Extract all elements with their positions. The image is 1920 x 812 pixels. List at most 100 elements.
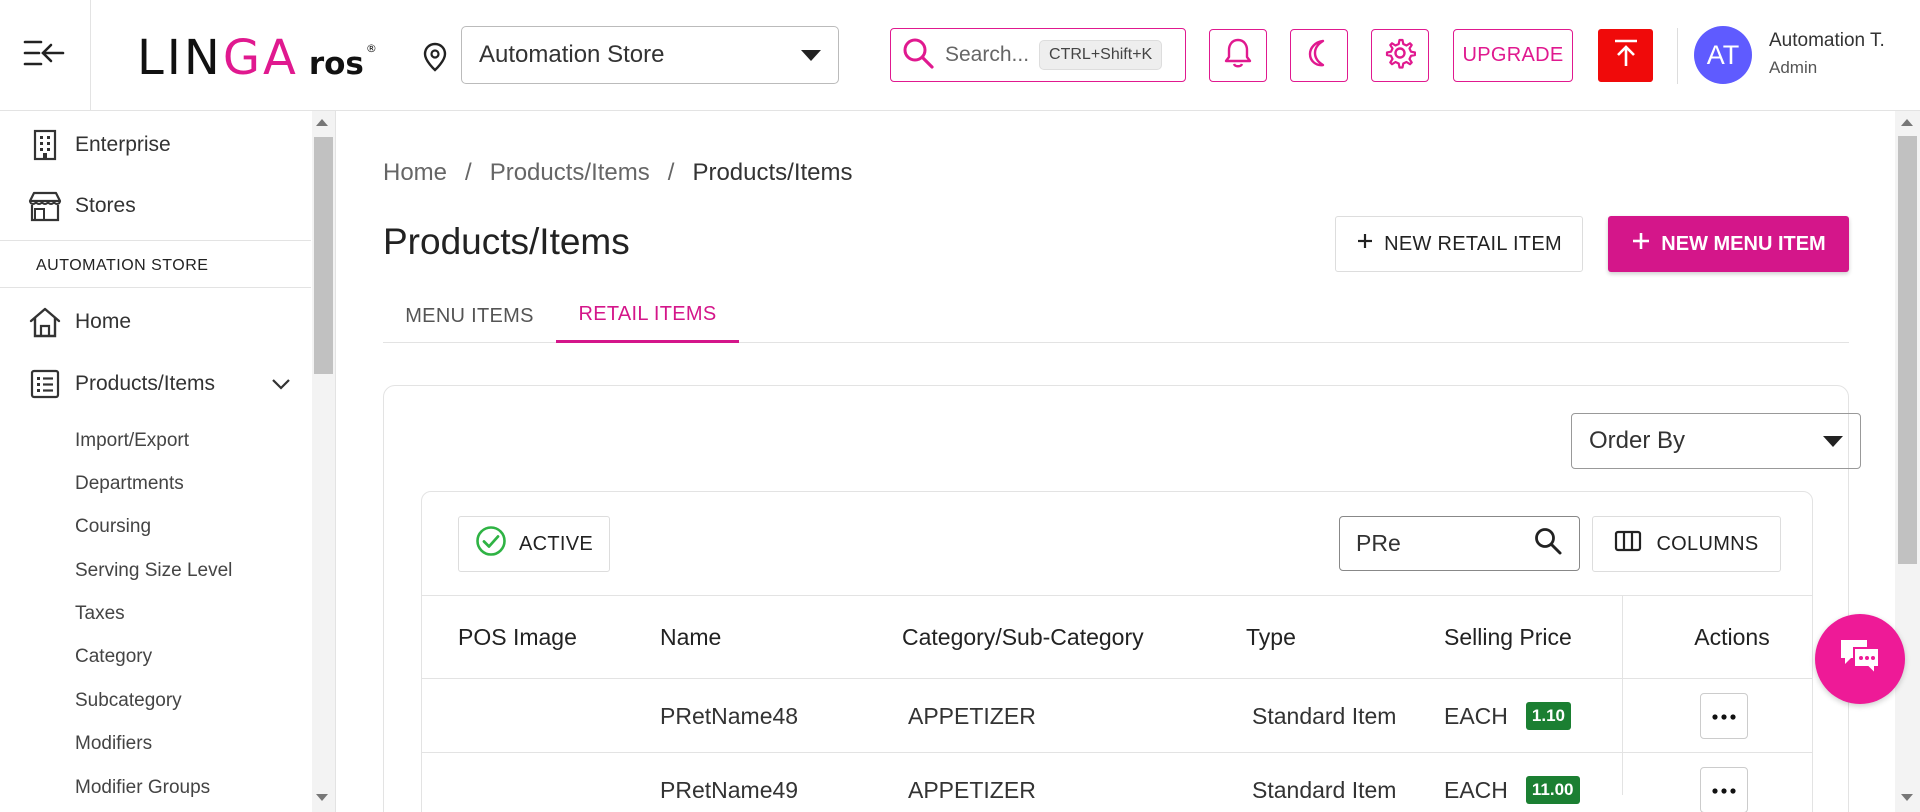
cell-selling-price: EACH 11.00: [1444, 753, 1580, 812]
plus-icon: [1356, 232, 1374, 256]
notifications-button[interactable]: [1209, 29, 1267, 82]
scroll-down-arrow-icon[interactable]: [1901, 794, 1913, 801]
sidebar-subitem-modifier-groups[interactable]: Modifier Groups: [75, 777, 210, 799]
new-menu-item-label: NEW MENU ITEM: [1661, 232, 1826, 255]
column-header-pos-image[interactable]: POS Image: [458, 596, 577, 678]
sidebar-item-enterprise[interactable]: Enterprise: [0, 117, 311, 173]
cell-name: PRetName49: [660, 776, 799, 803]
table-row[interactable]: PRetName48 APPETIZER Standard Item EACH …: [422, 679, 1812, 753]
chat-icon: [1837, 636, 1883, 683]
main-content: Home / Products/Items / Products/Items P…: [337, 111, 1896, 812]
more-dots-icon: [1712, 707, 1736, 725]
page-title: Products/Items: [383, 221, 630, 262]
header-divider: [1677, 28, 1678, 84]
sidebar-scroll-thumb[interactable]: [314, 137, 333, 374]
cell-category: APPETIZER: [908, 776, 1036, 803]
gear-icon: [1384, 37, 1417, 74]
price-badge: 1.10: [1525, 702, 1571, 730]
column-header-category[interactable]: Category/Sub-Category: [902, 596, 1144, 678]
sidebar-subitem-import-export[interactable]: Import/Export: [75, 430, 189, 452]
column-header-selling-price[interactable]: Selling Price: [1444, 596, 1572, 678]
search-shortcut-badge: CTRL+Shift+K: [1039, 40, 1163, 70]
breadcrumb-home[interactable]: Home: [383, 159, 447, 187]
sidebar-subitem-subcategory[interactable]: Subcategory: [75, 690, 182, 712]
building-icon: [27, 127, 63, 163]
cell-type: Standard Item: [1252, 776, 1397, 803]
breadcrumb-current: Products/Items: [692, 159, 853, 186]
sidebar-item-stores[interactable]: Stores: [0, 178, 311, 234]
moon-icon: [1304, 38, 1334, 73]
location-pin-icon: [423, 42, 447, 77]
search-icon: [901, 36, 935, 75]
sidebar-item-products-items[interactable]: Products/Items: [0, 356, 311, 412]
actions-column-divider: [1622, 595, 1623, 795]
global-search[interactable]: Search... CTRL+Shift+K: [890, 28, 1186, 82]
breadcrumb-separator: /: [667, 159, 675, 186]
sidebar-item-home[interactable]: Home: [0, 294, 311, 350]
scroll-down-arrow-icon[interactable]: [316, 794, 328, 801]
grid-search-input[interactable]: [1356, 530, 1516, 557]
chevron-down-icon: [801, 49, 821, 61]
store-icon: [27, 188, 63, 224]
store-select-value: Automation Store: [479, 41, 665, 68]
cell-category: APPETIZER: [908, 702, 1036, 729]
tab-retail-items[interactable]: RETAIL ITEMS: [556, 289, 739, 343]
menu-collapse-icon: [23, 39, 67, 72]
columns-icon: [1614, 530, 1642, 558]
user-name[interactable]: Automation T.: [1769, 30, 1885, 52]
breadcrumb-separator: /: [465, 159, 472, 186]
avatar[interactable]: AT: [1694, 26, 1752, 84]
breadcrumb-products[interactable]: Products/Items: [490, 159, 650, 187]
items-grid: ACTIVE COLUMNS POS Image Name Category/S…: [421, 491, 1813, 812]
sidebar: Enterprise Stores AUTOMATION STORE Home …: [0, 111, 336, 812]
sidebar-item-label: Stores: [75, 194, 136, 217]
scroll-up-arrow-icon[interactable]: [316, 119, 328, 126]
new-retail-item-button[interactable]: NEW RETAIL ITEM: [1335, 216, 1583, 272]
sidebar-subitem-coursing[interactable]: Coursing: [75, 516, 151, 538]
chat-button[interactable]: [1815, 614, 1905, 704]
chevron-down-icon: [271, 372, 291, 396]
upload-icon: [1612, 38, 1640, 73]
column-header-type[interactable]: Type: [1246, 596, 1296, 678]
tab-menu-items[interactable]: MENU ITEMS: [383, 289, 556, 343]
grid-search-field[interactable]: [1339, 516, 1580, 571]
upgrade-button[interactable]: UPGRADE: [1453, 29, 1573, 82]
row-actions-button[interactable]: [1700, 767, 1748, 812]
publish-button[interactable]: [1598, 29, 1653, 82]
sidebar-divider: [0, 240, 311, 241]
linga-logo: LIN GA ros ®: [137, 30, 377, 86]
bell-icon: [1223, 37, 1253, 74]
check-circle-icon: [475, 525, 507, 563]
order-by-select[interactable]: Order By: [1571, 413, 1861, 469]
price-unit: EACH: [1444, 776, 1508, 803]
cell-name: PRetName48: [660, 702, 799, 729]
column-header-name[interactable]: Name: [660, 596, 721, 678]
store-select[interactable]: Automation Store: [461, 26, 839, 84]
settings-button[interactable]: [1371, 29, 1429, 82]
dark-mode-button[interactable]: [1290, 29, 1348, 82]
menu-collapse-button[interactable]: [0, 0, 91, 111]
user-role: Admin: [1769, 58, 1818, 77]
active-filter-button[interactable]: ACTIVE: [458, 516, 610, 572]
cell-selling-price: EACH 1.10: [1444, 679, 1571, 753]
more-dots-icon: [1712, 781, 1736, 799]
search-icon[interactable]: [1533, 526, 1563, 562]
table-row[interactable]: PRetName49 APPETIZER Standard Item EACH …: [422, 753, 1812, 812]
new-menu-item-button[interactable]: NEW MENU ITEM: [1608, 216, 1849, 272]
sidebar-subitem-modifiers[interactable]: Modifiers: [75, 733, 152, 755]
cell-type: Standard Item: [1252, 702, 1397, 729]
sidebar-subitem-departments[interactable]: Departments: [75, 473, 184, 495]
sidebar-item-label: Products/Items: [75, 372, 216, 395]
sidebar-item-label: Enterprise: [75, 133, 171, 156]
main-scroll-thumb[interactable]: [1898, 136, 1917, 564]
sidebar-subitem-serving-size-level[interactable]: Serving Size Level: [75, 560, 232, 582]
sidebar-subitem-category[interactable]: Category: [75, 646, 152, 668]
list-icon: [27, 366, 63, 402]
sidebar-subitem-taxes[interactable]: Taxes: [75, 603, 125, 625]
search-placeholder: Search...: [945, 43, 1030, 66]
scroll-up-arrow-icon[interactable]: [1901, 119, 1913, 126]
columns-button[interactable]: COLUMNS: [1592, 516, 1781, 572]
breadcrumb: Home / Products/Items / Products/Items: [383, 159, 853, 187]
home-icon: [27, 304, 63, 340]
row-actions-button[interactable]: [1700, 693, 1748, 739]
